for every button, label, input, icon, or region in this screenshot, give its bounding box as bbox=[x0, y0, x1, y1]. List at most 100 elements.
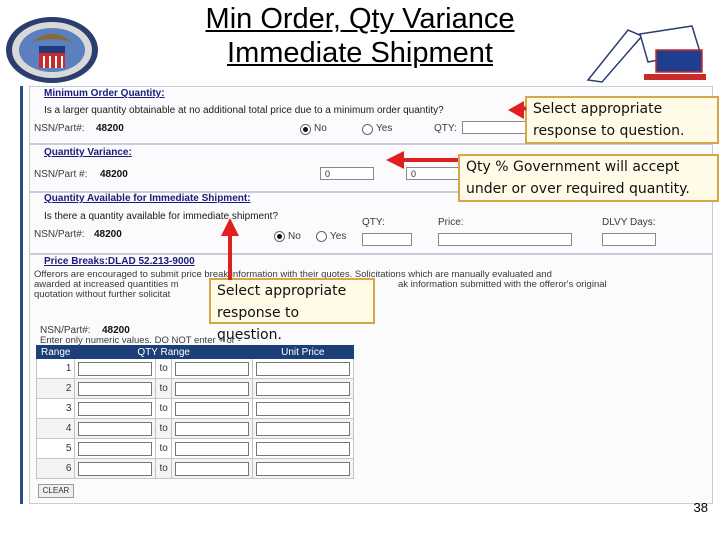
qty-from-input[interactable] bbox=[78, 361, 153, 376]
qty-to-input[interactable] bbox=[174, 461, 249, 476]
nsn-value: 48200 bbox=[94, 229, 122, 240]
to-label: to bbox=[155, 398, 172, 419]
minimum-order-question: Is a larger quantity obtainable at no ad… bbox=[44, 105, 444, 116]
callout-2-line-1: Qty % Government will accept bbox=[466, 159, 680, 175]
variance-over-input[interactable]: 0 bbox=[320, 167, 374, 180]
unit-price-cell bbox=[251, 458, 354, 479]
callout-1-line-1: Select appropriate bbox=[533, 101, 663, 117]
unit-price-cell bbox=[251, 378, 354, 399]
range-number: 1 bbox=[35, 358, 76, 379]
immediate-qty-label: QTY: bbox=[362, 217, 385, 228]
range-number: 3 bbox=[35, 398, 76, 419]
qty-to-cell bbox=[170, 438, 253, 459]
variance-under-input[interactable]: 0 bbox=[406, 167, 460, 180]
unit-price-input[interactable] bbox=[255, 421, 350, 436]
callout-immediate-shipment: Select appropriate response to question. bbox=[209, 278, 375, 343]
qty-to-input[interactable] bbox=[174, 401, 249, 416]
unit-price-input[interactable] bbox=[255, 461, 350, 476]
qty-to-cell bbox=[170, 398, 253, 419]
callout-quantity-variance: Qty % Government will accept under or ov… bbox=[458, 154, 719, 202]
performance-transformation-logo bbox=[584, 22, 714, 84]
range-number: 4 bbox=[35, 418, 76, 439]
callout-2-line-2: under or over required quantity. bbox=[466, 181, 690, 197]
qty-to-cell bbox=[170, 418, 253, 439]
nsn-label: NSN/Part #: bbox=[34, 169, 88, 180]
immediate-yes-label: Yes bbox=[330, 231, 347, 242]
min-order-no-radio[interactable] bbox=[300, 124, 311, 135]
price-break-row: 1 to bbox=[35, 358, 354, 379]
range-column-header: Range bbox=[35, 345, 76, 359]
price-break-row: 3 to bbox=[35, 398, 354, 419]
qty-to-input[interactable] bbox=[174, 381, 249, 396]
to-label: to bbox=[155, 418, 172, 439]
range-number: 5 bbox=[35, 438, 76, 459]
callout-3-line-1: Select appropriate bbox=[217, 283, 347, 299]
price-breaks-text-3: quotation without further solicitat bbox=[34, 289, 171, 300]
min-order-yes-label: Yes bbox=[376, 123, 393, 134]
immediate-price-input[interactable] bbox=[438, 233, 572, 246]
price-breaks-text-2b: ak information submitted with the offero… bbox=[398, 279, 607, 290]
unit-price-input[interactable] bbox=[255, 441, 350, 456]
unit-price-input[interactable] bbox=[255, 401, 350, 416]
range-number: 2 bbox=[35, 378, 76, 399]
qty-to-cell bbox=[170, 458, 253, 479]
qty-to-cell bbox=[170, 358, 253, 379]
qty-range-column-header: QTY Range bbox=[74, 345, 253, 359]
immediate-qty-input[interactable] bbox=[362, 233, 412, 246]
unit-price-column-header: Unit Price bbox=[251, 345, 354, 359]
to-label: to bbox=[155, 458, 172, 479]
to-label: to bbox=[155, 438, 172, 459]
title-line-1: Min Order, Qty Variance bbox=[205, 3, 515, 35]
immediate-delivery-days-label: DLVY Days: bbox=[602, 217, 656, 228]
callout-minimum-order: Select appropriate response to question. bbox=[525, 96, 719, 144]
nsn-label: NSN/Part#: bbox=[34, 123, 85, 134]
title-line-2: Immediate Shipment bbox=[227, 37, 493, 69]
immediate-yes-radio[interactable] bbox=[316, 231, 327, 242]
qty-from-input[interactable] bbox=[78, 441, 153, 456]
nsn-value: 48200 bbox=[100, 169, 128, 180]
quantity-variance-heading: Quantity Variance: bbox=[44, 147, 132, 158]
price-break-row: 5 to bbox=[35, 438, 354, 459]
qty-to-input[interactable] bbox=[174, 441, 249, 456]
price-break-row: 2 to bbox=[35, 378, 354, 399]
qty-from-cell bbox=[74, 358, 157, 379]
price-break-row: 6 to bbox=[35, 458, 354, 479]
unit-price-cell bbox=[251, 358, 354, 379]
immediate-shipment-heading: Quantity Available for Immediate Shipmen… bbox=[44, 193, 251, 204]
unit-price-cell bbox=[251, 438, 354, 459]
min-order-no-label: No bbox=[314, 123, 327, 134]
immediate-delivery-days-input[interactable] bbox=[602, 233, 656, 246]
unit-price-cell bbox=[251, 418, 354, 439]
qty-to-input[interactable] bbox=[174, 421, 249, 436]
min-order-yes-radio[interactable] bbox=[362, 124, 373, 135]
price-breaks-heading: Price Breaks:DLAD 52.213-9000 bbox=[44, 256, 195, 267]
callout-1-line-2: response to question. bbox=[533, 123, 685, 139]
qty-from-input[interactable] bbox=[78, 381, 153, 396]
range-number: 6 bbox=[35, 458, 76, 479]
qty-from-cell bbox=[74, 458, 157, 479]
min-order-qty-input[interactable] bbox=[462, 121, 530, 134]
qty-from-input[interactable] bbox=[78, 461, 153, 476]
qty-from-input[interactable] bbox=[78, 401, 153, 416]
qty-from-input[interactable] bbox=[78, 421, 153, 436]
min-order-qty-label: QTY: bbox=[434, 123, 457, 134]
qty-to-input[interactable] bbox=[174, 361, 249, 376]
unit-price-input[interactable] bbox=[255, 361, 350, 376]
page-number: 38 bbox=[693, 500, 708, 515]
qty-from-cell bbox=[74, 398, 157, 419]
price-break-table: Range QTY Range Unit Price 1 to 2 to 3 to 4 to 5… bbox=[35, 345, 354, 479]
price-break-header-row: Range QTY Range Unit Price bbox=[35, 345, 354, 359]
nsn-value: 48200 bbox=[96, 123, 124, 134]
to-label: to bbox=[155, 358, 172, 379]
agency-seal-logo bbox=[6, 17, 98, 83]
unit-price-cell bbox=[251, 398, 354, 419]
price-break-row: 4 to bbox=[35, 418, 354, 439]
minimum-order-heading: Minimum Order Quantity: bbox=[44, 88, 165, 99]
qty-to-cell bbox=[170, 378, 253, 399]
unit-price-input[interactable] bbox=[255, 381, 350, 396]
qty-from-cell bbox=[74, 418, 157, 439]
clear-button[interactable]: CLEAR bbox=[38, 484, 74, 498]
slide-title: Min Order, Qty Variance Immediate Shipme… bbox=[150, 2, 570, 70]
immediate-no-radio[interactable] bbox=[274, 231, 285, 242]
immediate-no-label: No bbox=[288, 231, 301, 242]
